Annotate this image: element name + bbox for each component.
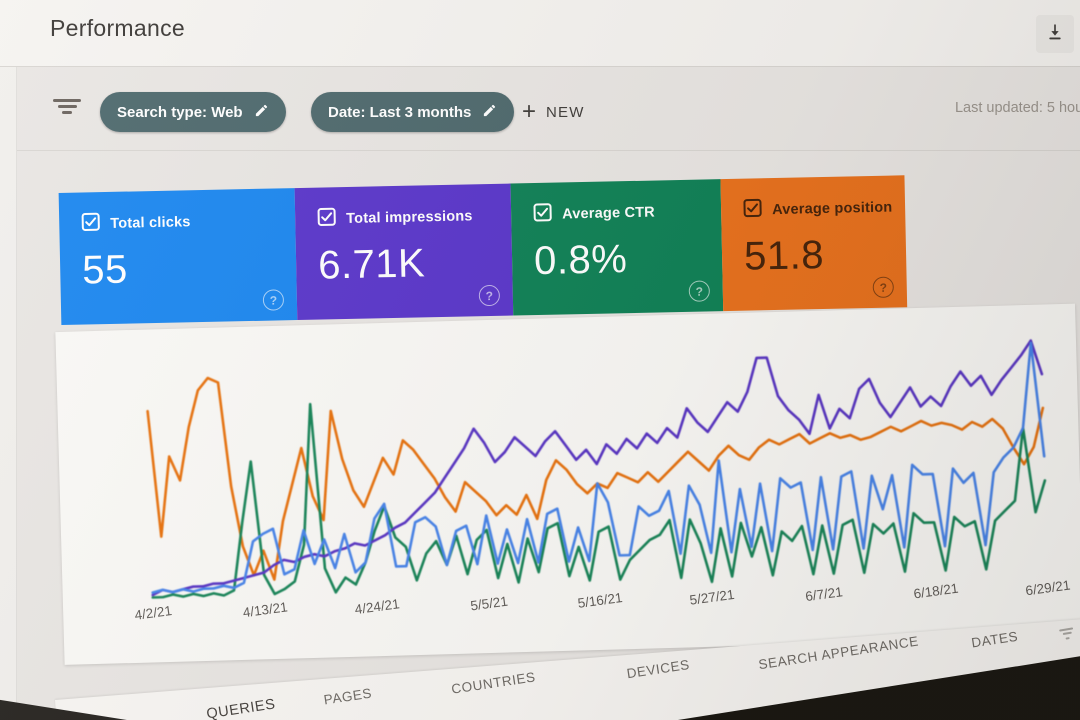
tab-dates[interactable]: DATES [970, 629, 1019, 651]
tab-devices[interactable]: DEVICES [626, 657, 691, 681]
download-icon [1045, 22, 1065, 47]
metric-value: 55 [81, 247, 129, 293]
x-tick-label: 6/7/21 [804, 584, 844, 605]
metric-value: 0.8% [533, 237, 628, 284]
date-range-chip[interactable]: Date: Last 3 months [311, 92, 515, 132]
help-icon[interactable]: ? [262, 289, 285, 311]
tab-queries[interactable]: QUERIES [206, 696, 277, 720]
plus-icon: + [522, 98, 537, 125]
metric-label: Total impressions [346, 207, 473, 227]
x-tick-label: 5/27/21 [688, 586, 736, 608]
tab-pages[interactable]: PAGES [323, 686, 373, 708]
filter-row: Search type: Web Date: Last 3 months + N… [0, 66, 1080, 150]
performance-chart-panel: 4/2/21 4/13/21 4/24/21 5/5/21 5/16/21 5/27/21… [55, 303, 1080, 665]
left-edge-strip [0, 66, 17, 720]
metric-label: Average position [771, 199, 893, 218]
pencil-icon[interactable] [482, 103, 497, 122]
x-tick-label: 6/29/21 [1024, 577, 1072, 599]
top-bar: Performance [0, 0, 1080, 67]
search-console-performance-screen: Performance Search type: Web Date: Last … [0, 0, 1080, 720]
checkbox-checked-icon[interactable] [533, 203, 552, 226]
metric-value: 6.71K [317, 241, 426, 288]
export-download-button[interactable] [1036, 15, 1074, 53]
search-type-chip-label: Search type: Web [117, 103, 243, 121]
table-filter-icon[interactable] [1058, 627, 1076, 641]
checkbox-checked-icon[interactable] [743, 198, 762, 221]
help-icon[interactable]: ? [872, 276, 894, 298]
total-clicks-card[interactable]: Total clicks 55 ? [58, 188, 298, 325]
average-position-card[interactable]: Average position 51.8 ? [720, 175, 908, 312]
date-range-chip-label: Date: Last 3 months [328, 103, 472, 121]
checkbox-checked-icon[interactable] [81, 212, 100, 235]
help-icon[interactable]: ? [478, 284, 501, 307]
metric-cards-row: Total clicks 55 ? Total impressions 6.71… [58, 175, 908, 325]
average-ctr-card[interactable]: Average CTR 0.8% ? [510, 179, 724, 316]
x-tick-label: 4/13/21 [241, 599, 289, 621]
page-title: Performance [50, 15, 185, 41]
divider [17, 150, 1080, 151]
new-filter-button[interactable]: + NEW [522, 92, 585, 132]
tab-countries[interactable]: COUNTRIES [450, 669, 536, 696]
chart-x-axis-labels: 4/2/21 4/13/21 4/24/21 5/5/21 5/16/21 5/27/21… [55, 304, 1080, 665]
pencil-icon[interactable] [254, 103, 269, 122]
total-impressions-card[interactable]: Total impressions 6.71K ? [294, 183, 514, 321]
new-filter-label: NEW [546, 103, 585, 121]
metric-label: Average CTR [561, 204, 656, 222]
search-type-chip[interactable]: Search type: Web [100, 92, 286, 132]
checkbox-checked-icon[interactable] [317, 207, 336, 230]
metric-label: Total clicks [110, 213, 191, 232]
x-tick-label: 4/24/21 [353, 596, 401, 618]
last-updated-text: Last updated: 5 hour [954, 100, 1080, 116]
help-icon[interactable]: ? [688, 280, 711, 302]
x-tick-label: 4/2/21 [133, 603, 173, 623]
x-tick-label: 5/5/21 [469, 593, 509, 614]
x-tick-label: 5/16/21 [576, 590, 624, 611]
x-tick-label: 6/18/21 [912, 580, 960, 602]
metric-value: 51.8 [743, 233, 825, 279]
filter-icon[interactable] [52, 99, 82, 115]
